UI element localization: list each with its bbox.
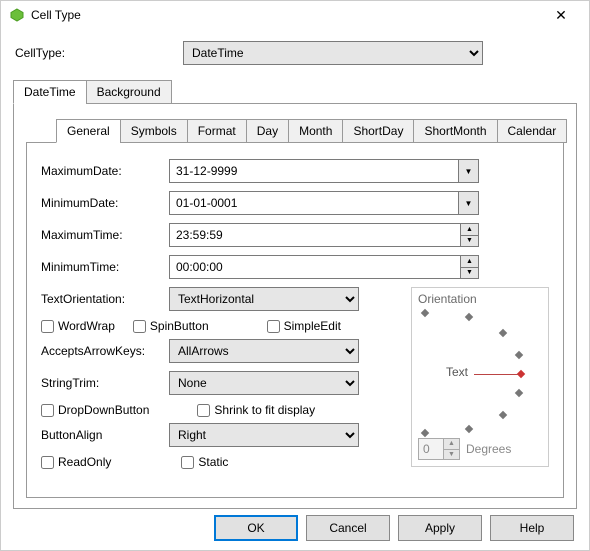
inner-tabs: General Symbols Format Day Month ShortDa… <box>26 118 564 498</box>
app-icon <box>9 7 25 23</box>
orientation-text-label: Text <box>446 365 468 379</box>
inner-tab-panel: MaximumDate: ▼ MinimumDate: ▼ <box>26 142 564 498</box>
minimum-date-dropdown-button[interactable]: ▼ <box>458 192 478 214</box>
minimum-date-input[interactable] <box>170 192 458 214</box>
orientation-degrees-input[interactable]: ▲ ▼ <box>418 438 460 460</box>
accepts-arrow-keys-label: AcceptsArrowKeys: <box>41 344 169 358</box>
tab-datetime[interactable]: DateTime <box>13 80 87 104</box>
celltype-row: CellType: DateTime <box>13 41 577 65</box>
cancel-button[interactable]: Cancel <box>306 515 390 541</box>
minimum-time-label: MinimumTime: <box>41 260 169 274</box>
maximum-time-input[interactable] <box>170 224 460 246</box>
outer-tab-panel: General Symbols Format Day Month ShortDa… <box>13 103 577 509</box>
titlebar: Cell Type ✕ <box>1 1 589 29</box>
dropdownbutton-checkbox[interactable]: DropDownButton <box>41 403 149 417</box>
string-trim-row: StringTrim: None <box>41 371 397 395</box>
string-trim-label: StringTrim: <box>41 376 169 390</box>
button-align-row: ButtonAlign Right <box>41 423 397 447</box>
spin-down-icon[interactable]: ▼ <box>444 450 459 460</box>
readonly-checkbox[interactable]: ReadOnly <box>41 455 111 469</box>
minimum-date-field[interactable]: ▼ <box>169 191 479 215</box>
maximum-time-label: MaximumTime: <box>41 228 169 242</box>
spin-down-icon[interactable]: ▼ <box>461 236 478 247</box>
celltype-label: CellType: <box>13 46 183 60</box>
help-button[interactable]: Help <box>490 515 574 541</box>
accepts-arrow-keys-select[interactable]: AllArrows <box>169 339 359 363</box>
tab-shortday[interactable]: ShortDay <box>342 119 414 143</box>
close-icon: ✕ <box>555 7 567 24</box>
wordwrap-checkbox[interactable]: WordWrap <box>41 319 115 333</box>
tab-general[interactable]: General <box>56 119 121 143</box>
shrinktoFit-checkbox[interactable]: Shrink to fit display <box>197 403 315 417</box>
maximum-time-row: MaximumTime: ▲ ▼ <box>41 223 549 247</box>
tab-symbols[interactable]: Symbols <box>120 119 188 143</box>
maximum-date-label: MaximumDate: <box>41 164 169 178</box>
minimum-date-label: MinimumDate: <box>41 196 169 210</box>
static-checkbox[interactable]: Static <box>181 455 228 469</box>
close-button[interactable]: ✕ <box>541 2 581 28</box>
spin-up-icon[interactable]: ▲ <box>461 256 478 268</box>
celltype-select[interactable]: DateTime <box>183 41 483 65</box>
minimum-time-field[interactable]: ▲ ▼ <box>169 255 479 279</box>
maximum-date-field[interactable]: ▼ <box>169 159 479 183</box>
orientation-group: Orientation <box>411 287 549 467</box>
orientation-title: Orientation <box>418 292 542 306</box>
button-align-select[interactable]: Right <box>169 423 359 447</box>
ok-button[interactable]: OK <box>214 515 298 541</box>
tab-format[interactable]: Format <box>187 119 247 143</box>
string-trim-select[interactable]: None <box>169 371 359 395</box>
maximum-date-input[interactable] <box>170 160 458 182</box>
tab-calendar[interactable]: Calendar <box>497 119 568 143</box>
tab-month[interactable]: Month <box>288 119 343 143</box>
window-title: Cell Type <box>31 8 541 22</box>
tab-background[interactable]: Background <box>86 80 172 104</box>
simpleedit-checkbox[interactable]: SimpleEdit <box>267 319 341 333</box>
apply-button[interactable]: Apply <box>398 515 482 541</box>
outer-tabs: DateTime Background General Symbols Form… <box>13 79 577 509</box>
spinbutton-checkbox[interactable]: SpinButton <box>133 319 209 333</box>
tab-shortmonth[interactable]: ShortMonth <box>413 119 497 143</box>
orientation-arc[interactable]: Text <box>418 308 544 434</box>
accepts-arrow-keys-row: AcceptsArrowKeys: AllArrows <box>41 339 397 363</box>
dialog-button-bar: OK Cancel Apply Help <box>214 515 574 541</box>
tab-day[interactable]: Day <box>246 119 289 143</box>
maximum-date-dropdown-button[interactable]: ▼ <box>458 160 478 182</box>
lower-section: TextOrientation: TextHorizontal WordWrap <box>41 287 549 475</box>
chevron-down-icon: ▼ <box>465 167 473 176</box>
spin-up-icon[interactable]: ▲ <box>444 439 459 450</box>
minimum-date-row: MinimumDate: ▼ <box>41 191 549 215</box>
button-align-label: ButtonAlign <box>41 428 169 442</box>
text-orientation-select[interactable]: TextHorizontal <box>169 287 359 311</box>
text-orientation-row: TextOrientation: TextHorizontal <box>41 287 397 311</box>
minimum-time-spin[interactable]: ▲ ▼ <box>460 256 478 278</box>
text-orientation-label: TextOrientation: <box>41 292 169 306</box>
spin-up-icon[interactable]: ▲ <box>461 224 478 236</box>
orientation-degrees-label: Degrees <box>466 442 511 456</box>
minimum-time-row: MinimumTime: ▲ ▼ <box>41 255 549 279</box>
maximum-date-row: MaximumDate: ▼ <box>41 159 549 183</box>
maximum-time-spin[interactable]: ▲ ▼ <box>460 224 478 246</box>
minimum-time-input[interactable] <box>170 256 460 278</box>
spin-down-icon[interactable]: ▼ <box>461 268 478 279</box>
maximum-time-field[interactable]: ▲ ▼ <box>169 223 479 247</box>
chevron-down-icon: ▼ <box>465 199 473 208</box>
